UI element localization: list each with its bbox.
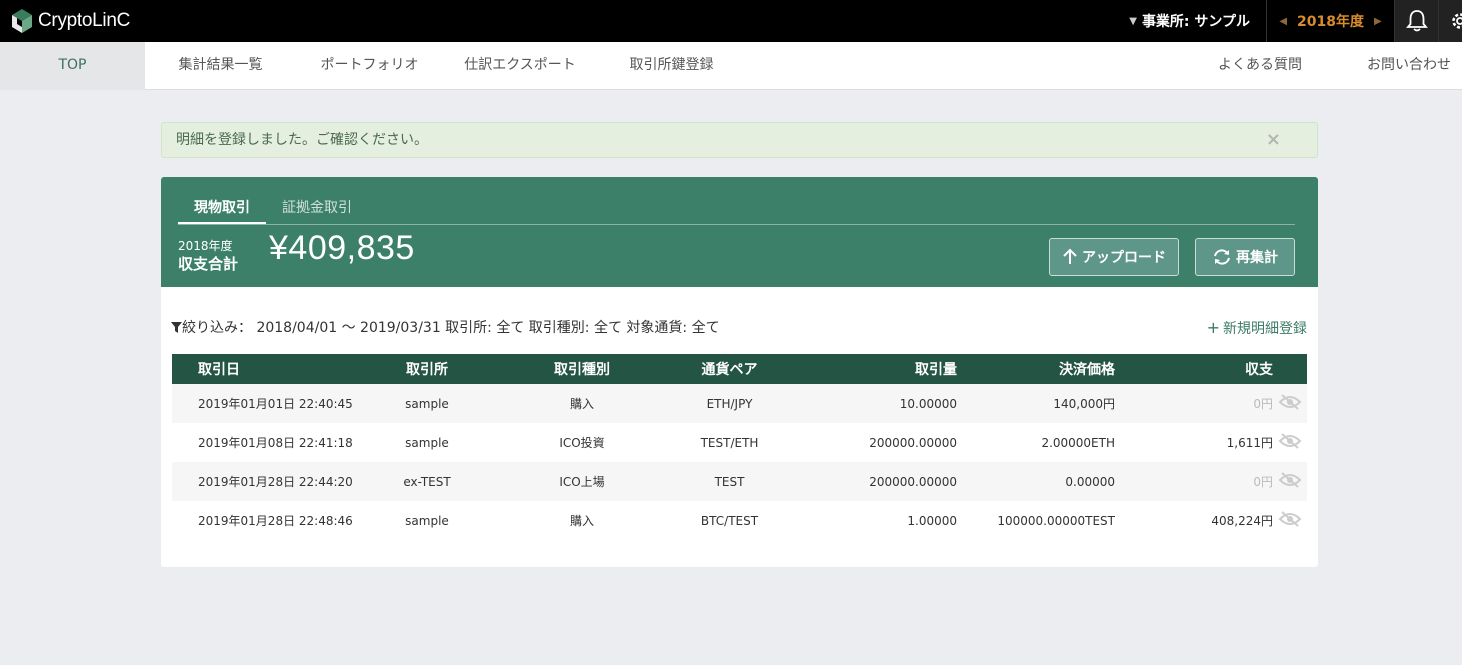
year-selector: ◀ 2018年度 ▶ (1266, 0, 1394, 42)
table-row[interactable]: 2019年01月08日 22:41:18 sample ICO投資 TEST/E… (172, 423, 1307, 462)
eye-slash-icon[interactable] (1273, 501, 1307, 540)
cell-type: 購入 (482, 384, 682, 423)
gear-icon (1452, 13, 1462, 29)
bell-icon (1405, 10, 1428, 32)
close-icon[interactable]: × (1266, 123, 1281, 157)
cell-exchange: ex-TEST (372, 462, 482, 501)
settings-button[interactable] (1438, 0, 1462, 42)
cell-type: ICO上場 (482, 462, 682, 501)
nav-portfolio[interactable]: ポートフォリオ (312, 42, 427, 90)
cell-amount: 200000.00000 (777, 423, 957, 462)
cell-price: 2.00000ETH (957, 423, 1115, 462)
summary-header: 現物取引 証拠金取引 2018年度 収支合計 ¥409,835 アップロード 再… (161, 177, 1318, 287)
upload-button[interactable]: アップロード (1049, 238, 1179, 276)
top-bar: CryptoLinC ▼ 事業所: サンプル ◀ 2018年度 ▶ (0, 0, 1462, 42)
col-visibility (1273, 354, 1307, 384)
col-profit-loss[interactable]: 収支 (1115, 354, 1273, 384)
add-entry-label: 新規明細登録 (1223, 321, 1307, 337)
alert-message: 明細を登録しました。ご確認ください。 (176, 132, 428, 148)
nav-exchange-keys[interactable]: 取引所鍵登録 (619, 42, 724, 90)
cell-profit-loss: 408,224円 (1115, 501, 1273, 540)
cell-type: 購入 (482, 501, 682, 540)
cell-amount: 1.00000 (777, 501, 957, 540)
filter-text: 絞り込み： 2018/04/01 〜 2019/03/31 取引所: 全て 取引… (182, 320, 720, 336)
table-row[interactable]: 2019年01月28日 22:44:20 ex-TEST ICO上場 TEST … (172, 462, 1307, 501)
tab-spot-trading[interactable]: 現物取引 (178, 197, 266, 225)
nav-faq[interactable]: よくある質問 (1206, 42, 1314, 90)
cell-exchange: sample (372, 501, 482, 540)
col-exchange[interactable]: 取引所 (372, 354, 482, 384)
transactions-card: 現物取引 証拠金取引 2018年度 収支合計 ¥409,835 アップロード 再… (161, 177, 1318, 567)
total-value: ¥409,835 (269, 229, 415, 267)
cell-profit-loss: 0円 (1115, 462, 1273, 501)
table-header-row: 取引日 取引所 取引種別 通貨ペア 取引量 決済価格 収支 (172, 354, 1307, 384)
cube-logo-icon (12, 9, 32, 33)
table-row[interactable]: 2019年01月01日 22:40:45 sample 購入 ETH/JPY 1… (172, 384, 1307, 423)
refresh-icon (1214, 249, 1230, 265)
cell-price: 0.00000 (957, 462, 1115, 501)
col-type[interactable]: 取引種別 (482, 354, 682, 384)
recalculate-button[interactable]: 再集計 (1195, 238, 1295, 276)
table-row[interactable]: 2019年01月28日 22:48:46 sample 購入 BTC/TEST … (172, 501, 1307, 540)
logo-text: CryptoLinC (38, 10, 131, 31)
tab-margin-trading[interactable]: 証拠金取引 (282, 197, 352, 225)
col-amount[interactable]: 取引量 (777, 354, 957, 384)
cell-exchange: sample (372, 384, 482, 423)
year-label: 2018年度 (1297, 14, 1364, 30)
upload-label: アップロード (1082, 250, 1166, 266)
cell-date: 2019年01月28日 22:44:20 (172, 462, 372, 501)
fiscal-year-label: 2018年度 (178, 239, 233, 253)
notifications-button[interactable] (1394, 0, 1438, 42)
caret-down-icon: ▼ (1129, 15, 1137, 27)
cell-pair: BTC/TEST (682, 501, 777, 540)
cell-type: ICO投資 (482, 423, 682, 462)
cell-exchange: sample (372, 423, 482, 462)
nav-contact[interactable]: お問い合わせ (1356, 42, 1462, 90)
plus-icon: + (1206, 318, 1220, 337)
filter-summary[interactable]: 絞り込み： 2018/04/01 〜 2019/03/31 取引所: 全て 取引… (171, 317, 720, 337)
cell-amount: 10.00000 (777, 384, 957, 423)
cell-date: 2019年01月28日 22:48:46 (172, 501, 372, 540)
prev-year-button[interactable]: ◀ (1279, 16, 1287, 27)
cell-pair: TEST/ETH (682, 423, 777, 462)
recalculate-label: 再集計 (1236, 250, 1278, 266)
transactions-table: 取引日 取引所 取引種別 通貨ペア 取引量 決済価格 収支 2019年01月01… (172, 354, 1307, 540)
office-label: 事業所: サンプル (1141, 14, 1250, 30)
next-year-button[interactable]: ▶ (1374, 16, 1382, 27)
col-price[interactable]: 決済価格 (957, 354, 1115, 384)
cell-profit-loss: 0円 (1115, 384, 1273, 423)
cell-date: 2019年01月08日 22:41:18 (172, 423, 372, 462)
tabs-divider (178, 224, 1295, 225)
eye-slash-icon[interactable] (1273, 462, 1307, 501)
add-entry-button[interactable]: + 新規明細登録 (1207, 318, 1307, 338)
cell-amount: 200000.00000 (777, 462, 957, 501)
office-selector[interactable]: ▼ 事業所: サンプル (1129, 0, 1250, 42)
main-nav: TOP 集計結果一覧 ポートフォリオ 仕訳エクスポート 取引所鍵登録 よくある質… (0, 42, 1462, 90)
logo[interactable]: CryptoLinC (10, 8, 130, 34)
cell-date: 2019年01月01日 22:40:45 (172, 384, 372, 423)
nav-top[interactable]: TOP (0, 42, 145, 90)
funnel-icon (171, 322, 182, 333)
eye-slash-icon[interactable] (1273, 423, 1307, 462)
eye-slash-icon[interactable] (1273, 384, 1307, 423)
cell-pair: ETH/JPY (682, 384, 777, 423)
arrow-up-icon (1063, 248, 1077, 264)
col-pair[interactable]: 通貨ペア (682, 354, 777, 384)
cell-pair: TEST (682, 462, 777, 501)
nav-summary[interactable]: 集計結果一覧 (168, 42, 273, 90)
nav-export[interactable]: 仕訳エクスポート (455, 42, 585, 90)
col-date[interactable]: 取引日 (172, 354, 372, 384)
total-label: 収支合計 (178, 255, 239, 273)
cell-profit-loss: 1,611円 (1115, 423, 1273, 462)
cell-price: 140,000円 (957, 384, 1115, 423)
cell-price: 100000.00000TEST (957, 501, 1115, 540)
success-alert: 明細を登録しました。ご確認ください。 × (161, 122, 1318, 158)
